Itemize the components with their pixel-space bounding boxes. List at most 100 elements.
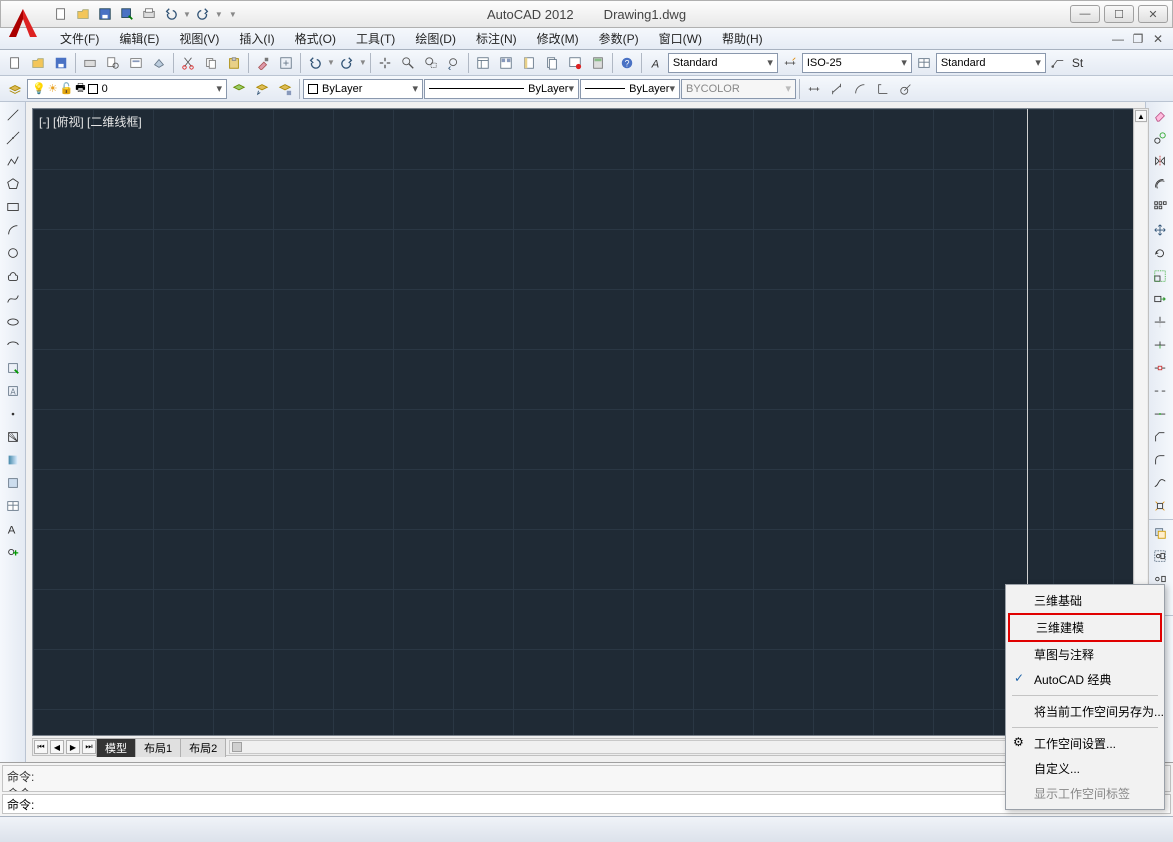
move-icon[interactable]	[1149, 219, 1171, 241]
app-menu-icon[interactable]	[3, 3, 43, 43]
textstyle-icon[interactable]: A	[645, 52, 667, 74]
xline-icon[interactable]	[2, 127, 24, 149]
break-icon[interactable]	[1149, 380, 1171, 402]
menu-format[interactable]: 格式(O)	[285, 28, 346, 49]
open-button[interactable]	[27, 52, 49, 74]
menu-3d-basics[interactable]: 三维基础	[1008, 588, 1162, 613]
blockeditor-button[interactable]	[275, 52, 297, 74]
menu-file[interactable]: 文件(F)	[50, 28, 109, 49]
undo-dd-icon[interactable]: ▼	[327, 58, 335, 67]
layer-properties-icon[interactable]	[4, 78, 26, 100]
undo-icon[interactable]	[161, 4, 181, 24]
table-style-combo[interactable]: Standard▾	[936, 53, 1046, 73]
tab-layout2[interactable]: 布局2	[180, 738, 226, 757]
new-icon[interactable]	[51, 4, 71, 24]
redo-dd-icon[interactable]: ▼	[359, 58, 367, 67]
command-input[interactable]: 命令: ◀ ▶	[2, 794, 1171, 814]
layer-states-icon[interactable]	[228, 78, 250, 100]
gradient-icon[interactable]	[2, 449, 24, 471]
redo-icon[interactable]	[193, 4, 213, 24]
erase-icon[interactable]	[1149, 104, 1171, 126]
dimstyle-icon[interactable]	[779, 52, 801, 74]
plot-button[interactable]	[79, 52, 101, 74]
array-icon[interactable]	[1149, 196, 1171, 218]
tab-last-icon[interactable]: ⏭	[82, 740, 96, 754]
menu-draw[interactable]: 绘图(D)	[405, 28, 466, 49]
dim-aligned-icon[interactable]	[826, 78, 848, 100]
redo-button[interactable]	[336, 52, 358, 74]
blend-icon[interactable]	[1149, 472, 1171, 494]
dim-arc-icon[interactable]	[849, 78, 871, 100]
menu-classic[interactable]: ✓AutoCAD 经典	[1008, 667, 1162, 692]
text-style-combo[interactable]: Standard▾	[668, 53, 778, 73]
ellipsearc-icon[interactable]	[2, 334, 24, 356]
qat-dropdown-icon[interactable]: ▼	[229, 10, 237, 19]
fillet-icon[interactable]	[1149, 449, 1171, 471]
mtext-icon[interactable]: A	[2, 518, 24, 540]
menu-show-label[interactable]: 显示工作空间标签	[1008, 781, 1162, 806]
saveas-icon[interactable]	[117, 4, 137, 24]
polygon-icon[interactable]	[2, 173, 24, 195]
menu-insert[interactable]: 插入(I)	[229, 28, 284, 49]
makeblock-icon[interactable]: A	[2, 380, 24, 402]
save-icon[interactable]	[95, 4, 115, 24]
extend-icon[interactable]	[1149, 334, 1171, 356]
properties-button[interactable]	[472, 52, 494, 74]
designcenter-button[interactable]	[495, 52, 517, 74]
table-icon[interactable]	[2, 495, 24, 517]
command-history[interactable]: 命令: 命令:	[2, 765, 1171, 792]
layer-iso-icon[interactable]	[274, 78, 296, 100]
sheetset-button[interactable]	[541, 52, 563, 74]
menu-tools[interactable]: 工具(T)	[346, 28, 405, 49]
publish-button[interactable]	[125, 52, 147, 74]
plotstyle-combo[interactable]: BYCOLOR▾	[681, 79, 796, 99]
polyline-icon[interactable]	[2, 150, 24, 172]
redo-dropdown-icon[interactable]: ▼	[215, 10, 223, 19]
join-icon[interactable]	[1149, 403, 1171, 425]
menu-help[interactable]: 帮助(H)	[712, 28, 773, 49]
doc-minimize-icon[interactable]: —	[1109, 32, 1127, 46]
trim-icon[interactable]	[1149, 311, 1171, 333]
preview-button[interactable]	[102, 52, 124, 74]
arc-icon[interactable]	[2, 219, 24, 241]
drawing-canvas[interactable]: [-] [俯视] [二维线框]	[32, 108, 1139, 736]
explode-icon[interactable]	[1149, 495, 1171, 517]
menu-save-workspace[interactable]: 将当前工作空间另存为...	[1008, 699, 1162, 724]
ellipse-icon[interactable]	[2, 311, 24, 333]
h-scroll-thumb[interactable]	[232, 742, 242, 752]
save-button[interactable]	[50, 52, 72, 74]
mirror-icon[interactable]	[1149, 150, 1171, 172]
zoom-realtime-button[interactable]	[397, 52, 419, 74]
tab-first-icon[interactable]: ⏮	[34, 740, 48, 754]
revcloud-icon[interactable]	[2, 265, 24, 287]
scroll-up-icon[interactable]: ▲	[1135, 110, 1147, 122]
scale-icon[interactable]	[1149, 265, 1171, 287]
rotate-icon[interactable]	[1149, 242, 1171, 264]
addselected-icon[interactable]	[2, 541, 24, 563]
chamfer-icon[interactable]	[1149, 426, 1171, 448]
menu-drafting[interactable]: 草图与注释	[1008, 642, 1162, 667]
draworder-icon[interactable]	[1149, 522, 1171, 544]
h-scroll-track[interactable]	[229, 740, 1107, 754]
layer-prev-icon[interactable]	[251, 78, 273, 100]
undo-button[interactable]	[304, 52, 326, 74]
new-button[interactable]	[4, 52, 26, 74]
zoom-prev-button[interactable]	[443, 52, 465, 74]
menu-modify[interactable]: 修改(M)	[527, 28, 589, 49]
plot-icon[interactable]	[139, 4, 159, 24]
point-icon[interactable]	[2, 403, 24, 425]
tab-next-icon[interactable]: ▶	[66, 740, 80, 754]
tablestyle-icon[interactable]	[913, 52, 935, 74]
color-combo[interactable]: ByLayer▾	[303, 79, 423, 99]
menu-customize[interactable]: 自定义...	[1008, 756, 1162, 781]
copy-button[interactable]	[200, 52, 222, 74]
pan-button[interactable]	[374, 52, 396, 74]
doc-restore-icon[interactable]: ❐	[1129, 32, 1147, 46]
doc-close-icon[interactable]: ✕	[1149, 32, 1167, 46]
help-button[interactable]: ?	[616, 52, 638, 74]
lineweight-combo[interactable]: ByLayer▾	[580, 79, 680, 99]
linetype-combo[interactable]: ByLayer▾	[424, 79, 579, 99]
hatch-icon[interactable]	[2, 426, 24, 448]
paste-button[interactable]	[223, 52, 245, 74]
quickcalc-button[interactable]	[587, 52, 609, 74]
